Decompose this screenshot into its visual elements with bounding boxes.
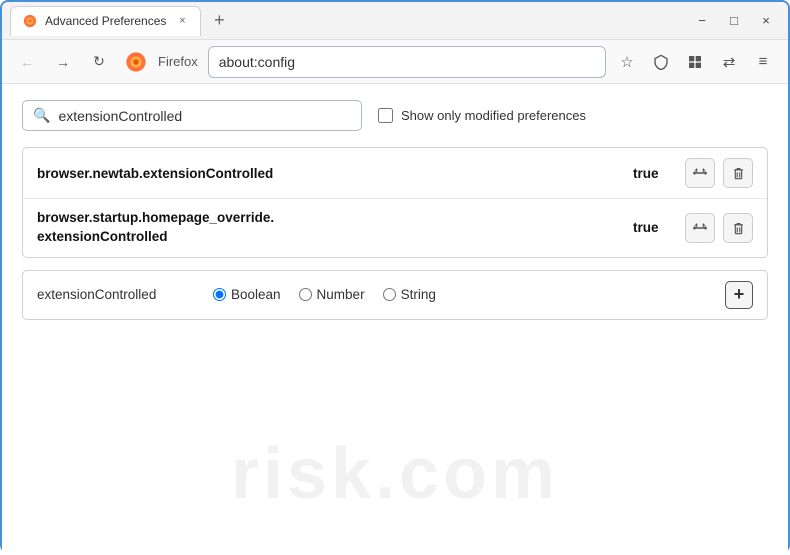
delete-button-2[interactable] [723,213,753,243]
tab-favicon [23,14,37,28]
number-label: Number [317,287,365,302]
search-input[interactable] [58,108,351,124]
search-row: 🔍 Show only modified preferences [22,100,768,131]
add-button[interactable]: + [725,281,753,309]
pref-value-1: true [633,166,673,181]
address-text: about:config [219,54,595,70]
number-radio-option[interactable]: Number [299,287,365,302]
title-bar: Advanced Preferences × + − □ × [2,2,788,40]
delete-button-1[interactable] [723,158,753,188]
show-modified-checkbox[interactable] [378,108,393,123]
watermark: risk.com [231,433,559,515]
boolean-radio-option[interactable]: Boolean [213,287,281,302]
number-radio[interactable] [299,288,312,301]
boolean-label: Boolean [231,287,281,302]
tab-title: Advanced Preferences [45,14,166,28]
menu-button[interactable]: ≡ [748,47,778,77]
search-icon: 🔍 [33,107,50,124]
toggle-button-1[interactable] [685,158,715,188]
bookmark-button[interactable]: ☆ [612,47,642,77]
main-content: risk.com 🔍 Show only modified preference… [2,84,788,555]
pref-actions-2 [685,213,753,243]
refresh-button[interactable]: ↻ [84,47,114,77]
boolean-radio[interactable] [213,288,226,301]
string-label: String [401,287,436,302]
add-pref-name: extensionControlled [37,287,197,302]
back-button[interactable]: ← [12,47,42,77]
maximize-button[interactable]: □ [720,7,748,35]
firefox-label: Firefox [158,54,198,69]
search-box: 🔍 [22,100,362,131]
toolbar-icons: ☆ ⇄ ≡ [612,47,778,77]
pref-name-1: browser.newtab.extensionControlled [37,166,621,181]
string-radio[interactable] [383,288,396,301]
new-tab-button[interactable]: + [205,7,233,35]
firefox-logo [124,50,148,74]
minimize-button[interactable]: − [688,7,716,35]
window-controls: − □ × [688,7,780,35]
add-preference-row: extensionControlled Boolean Number Strin… [22,270,768,320]
table-row: browser.startup.homepage_override. exten… [23,199,767,257]
pref-name-2: browser.startup.homepage_override. exten… [37,209,621,247]
toggle-button-2[interactable] [685,213,715,243]
extension-button[interactable] [680,47,710,77]
type-radio-group: Boolean Number String [213,287,436,302]
shield-button[interactable] [646,47,676,77]
toolbar: ← → ↻ Firefox about:config ☆ [2,40,788,84]
pref-actions-1 [685,158,753,188]
preferences-table: browser.newtab.extensionControlled true [22,147,768,258]
pref-value-2: true [633,220,673,235]
address-bar[interactable]: about:config [208,46,606,78]
tab-close-button[interactable]: × [174,13,190,29]
sync-button[interactable]: ⇄ [714,47,744,77]
show-modified-label: Show only modified preferences [401,108,586,123]
table-row: browser.newtab.extensionControlled true [23,148,767,199]
show-modified-row: Show only modified preferences [378,108,586,123]
active-tab: Advanced Preferences × [10,6,201,36]
close-button[interactable]: × [752,7,780,35]
forward-button[interactable]: → [48,47,78,77]
string-radio-option[interactable]: String [383,287,436,302]
